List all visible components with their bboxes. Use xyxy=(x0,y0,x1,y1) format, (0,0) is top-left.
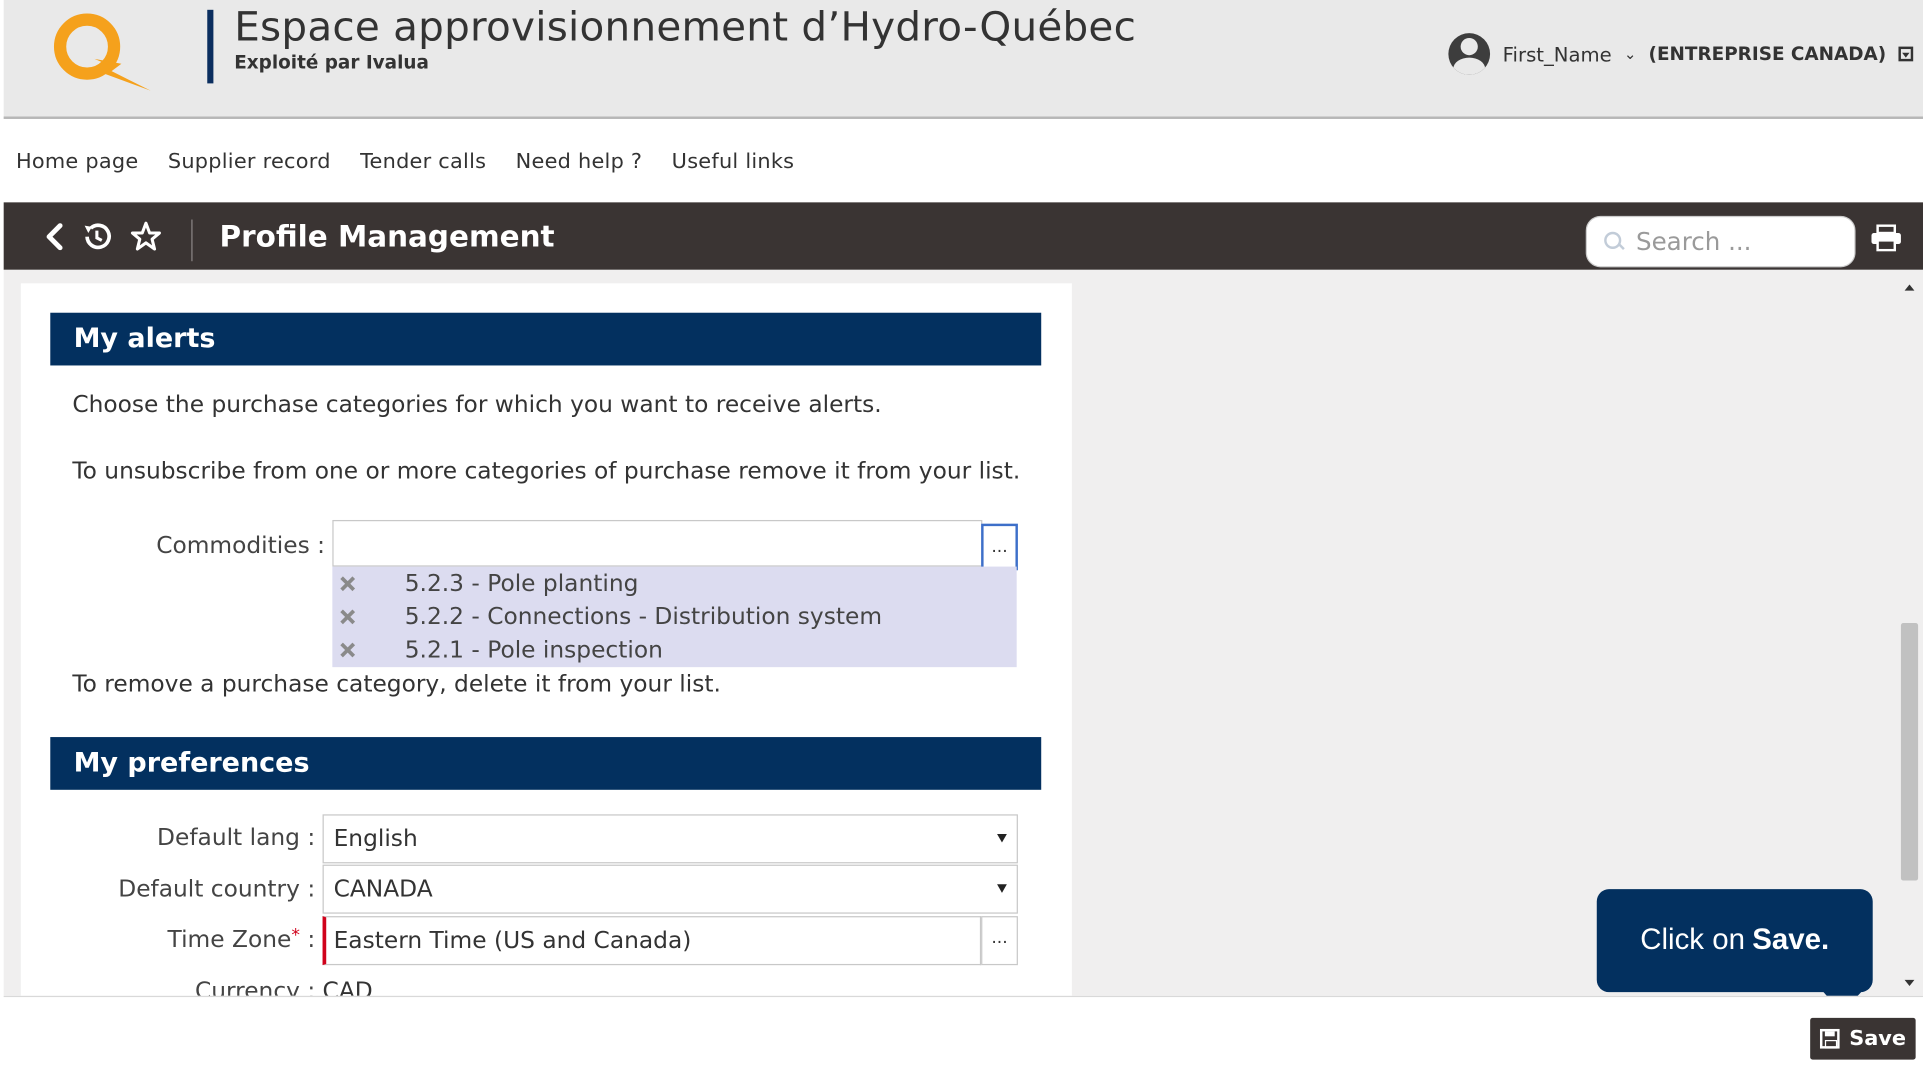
tooltip-bold-text: Save. xyxy=(1752,923,1830,957)
default-lang-label: Default lang : xyxy=(157,824,316,852)
print-icon[interactable] xyxy=(1870,224,1902,252)
remove-hint: To remove a purchase category, delete it… xyxy=(72,670,721,698)
remove-icon[interactable] xyxy=(338,608,355,625)
user-name[interactable]: First_Name xyxy=(1503,42,1612,65)
scroll-down-arrow-icon[interactable] xyxy=(1904,979,1915,987)
company-name: (ENTREPRISE CANADA) xyxy=(1648,42,1887,65)
save-floppy-icon xyxy=(1819,1028,1840,1049)
alerts-intro-2: To unsubscribe from one or more categori… xyxy=(72,457,1021,485)
scrollbar-thumb[interactable] xyxy=(1900,623,1919,881)
save-button-label: Save xyxy=(1849,1026,1907,1052)
time-zone-label: Time Zone* : xyxy=(167,925,316,953)
commodities-input[interactable] xyxy=(332,519,983,567)
history-icon[interactable] xyxy=(80,220,114,254)
user-avatar-icon xyxy=(1448,33,1491,75)
currency-label: Currency : xyxy=(194,977,316,996)
default-lang-select[interactable]: English xyxy=(322,814,1018,864)
search-input[interactable] xyxy=(1636,226,1845,257)
time-zone-picker-button[interactable]: ... xyxy=(981,916,1018,966)
hydro-quebec-logo[interactable] xyxy=(48,10,153,91)
my-alerts-header: My alerts xyxy=(50,312,1042,366)
list-item: 5.2.1 - Pole inspection xyxy=(332,633,1016,666)
search-icon xyxy=(1604,231,1624,252)
tooltip-text: Click on xyxy=(1640,923,1745,957)
commodity-label: 5.2.3 - Pole planting xyxy=(404,569,639,597)
nav-home-page[interactable]: Home page xyxy=(16,150,138,175)
currency-value: CAD xyxy=(322,977,373,996)
search-box[interactable] xyxy=(1585,215,1856,268)
app-subtitle: Exploité par Ivalua xyxy=(234,51,429,74)
app-header: Espace approvisionnement d’Hydro-Québec … xyxy=(3,0,1923,119)
commodities-picker-button[interactable]: ... xyxy=(981,523,1018,571)
commodity-label: 5.2.2 - Connections - Distribution syste… xyxy=(404,602,883,630)
back-icon[interactable] xyxy=(38,220,72,254)
title-divider xyxy=(207,9,214,84)
page-scrollbar[interactable] xyxy=(1897,280,1919,991)
default-country-value: CANADA xyxy=(333,875,433,903)
default-country-label: Default country : xyxy=(118,875,316,903)
nav-useful-links[interactable]: Useful links xyxy=(672,150,795,175)
favorite-star-icon[interactable] xyxy=(129,220,163,254)
commodity-label: 5.2.1 - Pole inspection xyxy=(404,635,663,663)
time-zone-input[interactable]: Eastern Time (US and Canada) xyxy=(322,916,982,966)
dropdown-caret-icon xyxy=(997,833,1007,843)
nav-supplier-record[interactable]: Supplier record xyxy=(168,150,331,175)
default-lang-value: English xyxy=(333,825,418,853)
user-menu[interactable]: First_Name ⌄ (ENTREPRISE CANADA) xyxy=(1448,29,1914,78)
guide-tooltip: Click on Save. xyxy=(1596,889,1873,993)
alerts-intro-1: Choose the purchase categories for which… xyxy=(72,391,882,419)
page-title: Profile Management xyxy=(219,219,555,254)
remove-icon[interactable] xyxy=(338,641,355,658)
main-nav: Home page Supplier record Tender calls N… xyxy=(3,121,1923,203)
nav-tender-calls[interactable]: Tender calls xyxy=(360,150,486,175)
commodities-label: Commodities : xyxy=(156,532,325,560)
required-marker: * xyxy=(291,925,300,946)
my-preferences-header: My preferences xyxy=(50,737,1042,790)
toolbar-separator xyxy=(191,219,193,262)
scroll-up-arrow-icon[interactable] xyxy=(1904,284,1915,291)
save-button[interactable]: Save xyxy=(1810,1017,1916,1060)
company-menu-icon[interactable] xyxy=(1898,46,1914,62)
dropdown-caret-icon xyxy=(997,884,1007,893)
nav-need-help[interactable]: Need help ? xyxy=(516,150,643,175)
page-toolbar: Profile Management xyxy=(3,202,1923,270)
profile-panel: My alerts Choose the purchase categories… xyxy=(20,283,1072,996)
commodities-list: 5.2.3 - Pole planting 5.2.2 - Connection… xyxy=(332,566,1017,668)
list-item: 5.2.3 - Pole planting xyxy=(332,567,1016,600)
page-footer: Save xyxy=(3,995,1923,1079)
app-title: Espace approvisionnement d’Hydro-Québec xyxy=(234,2,1137,51)
chevron-down-icon[interactable]: ⌄ xyxy=(1624,45,1636,62)
list-item: 5.2.2 - Connections - Distribution syste… xyxy=(332,600,1016,633)
default-country-select[interactable]: CANADA xyxy=(322,864,1018,914)
content-area: My alerts Choose the purchase categories… xyxy=(3,269,1923,996)
remove-icon[interactable] xyxy=(338,575,355,592)
